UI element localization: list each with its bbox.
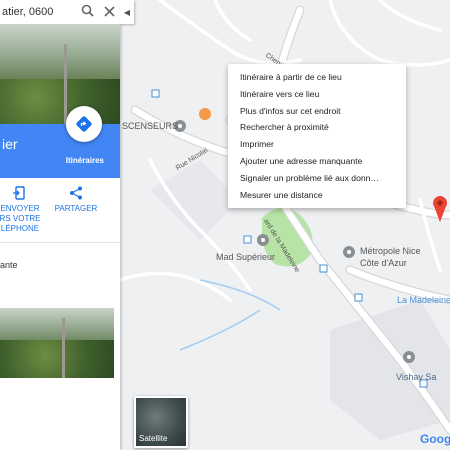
place-panel: atier, 0600 ier Itinéraires ENVOYER RS V… [0,0,120,450]
map-label-madeleine: La Madeleine [397,295,450,305]
bus-stop-icon [319,264,328,273]
menu-item-search-nearby[interactable]: Rechercher à proximité [228,119,406,136]
restaurant-icon [199,108,211,120]
street-view-photo[interactable] [0,308,114,378]
menu-item-directions-from[interactable]: Itinéraire à partir de ce lieu [228,69,406,86]
map-label-mad-superieur: Mad Supérieur [216,252,276,262]
google-logo: Goog [420,432,450,446]
menu-item-report-problem[interactable]: Signaler un problème lié aux donn… [228,170,406,187]
menu-item-more-info[interactable]: Plus d'infos sur cet endroit [228,103,406,120]
divider [0,242,120,243]
place-header: ier Itinéraires [0,124,120,178]
bus-stop-icon [354,293,363,302]
send-to-phone-button[interactable]: ENVOYER RS VOTRE LÉPHONE [0,186,46,234]
satellite-toggle[interactable]: Satellite [134,396,188,448]
send-to-phone-line3: LÉPHONE [0,224,40,233]
close-icon[interactable] [98,4,120,20]
send-to-phone-line2: RS VOTRE [0,214,41,223]
bus-stop-icon [243,235,252,244]
map-label-vishay: Vishay Sa [396,372,437,382]
directions-label: Itinéraires [65,156,104,165]
menu-item-measure-distance[interactable]: Mesurer une distance [228,187,406,204]
add-text: ante [0,260,18,270]
menu-item-directions-to[interactable]: Itinéraire vers ce lieu [228,86,406,103]
menu-item-print[interactable]: Imprimer [228,136,406,153]
place-photo[interactable] [0,24,120,124]
map-label-metropole: Métropole Nice [360,246,421,256]
send-to-phone-icon [0,186,46,204]
chevron-left-icon: ◀ [123,7,131,17]
satellite-label: Satellite [139,434,168,443]
menu-item-add-address[interactable]: Ajouter une adresse manquante [228,153,406,170]
search-icon[interactable] [76,4,98,20]
map-label-metropole-line2: Côte d'Azur [360,258,407,268]
collapse-panel-button[interactable]: ◀ [120,0,134,24]
share-icon [54,186,98,204]
action-row: ENVOYER RS VOTRE LÉPHONE PARTAGER [0,186,120,236]
bus-stop-icon [151,89,160,98]
share-button[interactable]: PARTAGER [54,186,98,214]
send-to-phone-line1: ENVOYER [0,204,40,213]
map-label-escalators: SCENSEURS [122,121,179,131]
search-input[interactable]: atier, 0600 [0,6,76,18]
directions-icon [76,116,92,132]
place-title: ier [2,136,18,152]
share-label: PARTAGER [54,204,98,213]
search-bar: atier, 0600 [0,0,120,24]
directions-button[interactable] [66,106,102,142]
context-menu: Itinéraire à partir de ce lieu Itinérair… [228,64,406,208]
